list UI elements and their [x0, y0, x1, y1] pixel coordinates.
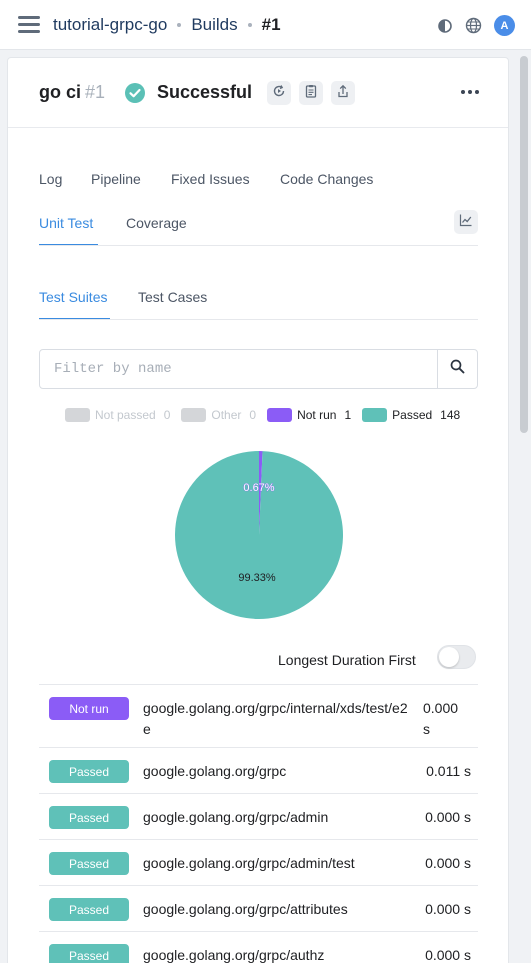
build-header: go ci #1 Successful [8, 58, 508, 128]
tab-test-cases[interactable]: Test Cases [138, 289, 207, 305]
tab-test-suites[interactable]: Test Suites [39, 289, 107, 305]
suite-duration: 0.011 s [426, 763, 471, 779]
divider [39, 245, 478, 246]
legend-item-passed[interactable]: Passed 148 [362, 408, 460, 422]
test-suite-row[interactable]: Passed google.golang.org/grpc/admin/test 0… [39, 840, 478, 886]
test-suite-list: Not run google.golang.org/grpc/internal/x… [39, 684, 478, 963]
status-badge[interactable]: Passed [49, 760, 129, 783]
success-check-icon [125, 83, 145, 103]
rebuild-button[interactable] [267, 81, 291, 105]
suite-name[interactable]: google.golang.org/grpc/admin/test [143, 853, 408, 874]
copy-button[interactable] [299, 81, 323, 105]
build-status: Successful [157, 82, 253, 102]
job-name: go ci [39, 82, 82, 102]
pie-slice-passed[interactable] [175, 451, 343, 619]
tab-fixed-issues[interactable]: Fixed Issues [171, 171, 250, 187]
search-button[interactable] [437, 350, 477, 388]
suite-duration: 0.000 s [423, 700, 459, 737]
menu-icon[interactable] [18, 14, 40, 34]
clipboard-icon [304, 84, 318, 103]
tab-log[interactable]: Log [39, 171, 62, 187]
filter-input[interactable] [40, 350, 438, 388]
top-bar: tutorial-grpc-go Builds #1 A [0, 0, 531, 50]
build-card: go ci #1 Successful Log Pipeline Fixed I… [7, 57, 509, 963]
legend-label: Not run [297, 408, 337, 422]
test-suite-row[interactable]: Passed google.golang.org/grpc/attributes 0… [39, 886, 478, 932]
avatar[interactable]: A [494, 15, 515, 36]
legend-swatch [65, 408, 90, 422]
status-badge[interactable]: Passed [49, 806, 129, 829]
suite-duration: 0.000 s [425, 947, 471, 963]
status-badge[interactable]: Passed [49, 852, 129, 875]
legend-label: Other [211, 408, 242, 422]
status-badge[interactable]: Passed [49, 944, 129, 963]
more-options-icon[interactable] [461, 90, 479, 94]
sort-toggle-label: Longest Duration First [278, 652, 416, 668]
longest-duration-toggle[interactable] [437, 645, 476, 669]
suite-name[interactable]: google.golang.org/grpc [143, 761, 408, 782]
legend-count: 1 [344, 408, 352, 422]
theme-toggle-icon[interactable] [437, 18, 453, 34]
pie-label-not-run: 0.67% [243, 482, 274, 494]
test-suite-row[interactable]: Passed google.golang.org/grpc/admin 0.000 … [39, 794, 478, 840]
breadcrumb-separator [247, 23, 252, 27]
legend-swatch [267, 408, 293, 422]
chart-legend: Not passed 0 Other 0 Not run 1 Passed 148 [65, 408, 471, 422]
suite-duration: 0.000 s [425, 855, 471, 871]
suite-name[interactable]: google.golang.org/grpc/admin [143, 807, 408, 828]
legend-label: Passed [392, 408, 433, 422]
suite-name[interactable]: google.golang.org/grpc/authz [143, 945, 408, 963]
trend-chart-button[interactable] [454, 210, 478, 234]
tab-code-changes[interactable]: Code Changes [280, 171, 373, 187]
legend-count: 0 [249, 408, 257, 422]
breadcrumb-build: #1 [261, 15, 281, 34]
tab-pipeline[interactable]: Pipeline [91, 171, 141, 187]
legend-label: Not passed [95, 408, 156, 422]
pie-label-passed: 99.33% [238, 572, 276, 584]
status-badge[interactable]: Passed [49, 898, 129, 921]
line-chart-icon [459, 213, 473, 232]
breadcrumb-project[interactable]: tutorial-grpc-go [53, 15, 167, 35]
upload-icon [336, 84, 350, 103]
legend-swatch [181, 408, 207, 422]
suite-name[interactable]: google.golang.org/grpc/internal/xds/test… [143, 698, 408, 740]
breadcrumb: tutorial-grpc-go Builds #1 [53, 15, 281, 35]
tab-coverage[interactable]: Coverage [126, 215, 187, 231]
suite-duration: 0.000 s [425, 809, 471, 825]
scrollbar-thumb[interactable] [520, 56, 528, 433]
build-number: #1 [85, 82, 106, 102]
legend-item-other[interactable]: Other 0 [181, 408, 256, 422]
test-suite-row[interactable]: Not run google.golang.org/grpc/internal/x… [39, 685, 478, 748]
rebuild-icon [272, 84, 286, 103]
breadcrumb-separator [177, 23, 182, 27]
suite-name[interactable]: google.golang.org/grpc/attributes [143, 899, 408, 920]
legend-item-not-run[interactable]: Not run 1 [267, 408, 351, 422]
test-suite-row[interactable]: Passed google.golang.org/grpc 0.011 s [39, 748, 478, 794]
status-badge[interactable]: Not run [49, 697, 129, 720]
suite-duration: 0.000 s [425, 901, 471, 917]
tab-unit-test[interactable]: Unit Test [39, 215, 93, 231]
breadcrumb-builds[interactable]: Builds [191, 15, 237, 35]
legend-item-not-passed[interactable]: Not passed 0 [65, 408, 170, 422]
test-suite-row[interactable]: Passed google.golang.org/grpc/authz 0.000 … [39, 932, 478, 963]
filter-box [39, 349, 478, 389]
search-icon [450, 359, 465, 379]
divider [39, 319, 478, 320]
upload-button[interactable] [331, 81, 355, 105]
legend-count: 0 [163, 408, 171, 422]
language-globe-icon[interactable] [465, 17, 482, 34]
legend-swatch [362, 408, 388, 422]
legend-count: 148 [440, 408, 461, 422]
test-results-pie-chart: 0.67% 99.33% [175, 451, 343, 619]
